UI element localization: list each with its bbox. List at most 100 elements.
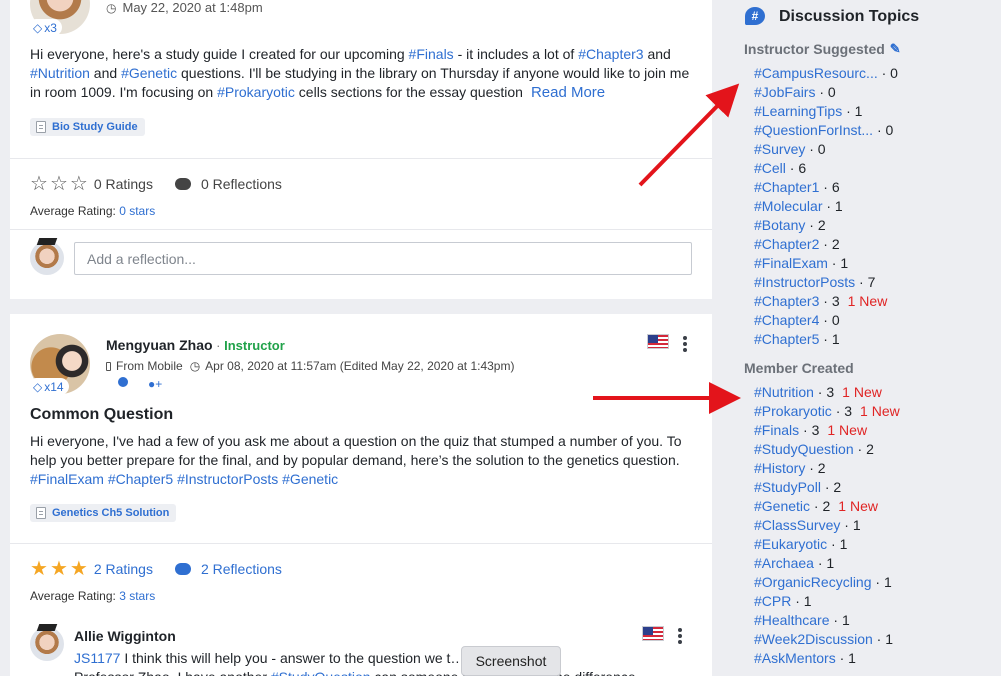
topic-count: · 1 (835, 650, 856, 666)
topic-item: #JobFairs · 0 (754, 83, 898, 102)
topic-item: #Archaea · 1 (754, 554, 900, 573)
star-icon[interactable]: ★ (30, 559, 48, 579)
topic-tag-link[interactable]: #Finals (754, 422, 799, 438)
topic-tag-link[interactable]: #Cell (754, 160, 786, 176)
average-rating: Average Rating: 3 stars (30, 589, 156, 603)
topic-count: · 1 (829, 612, 850, 628)
comment-icon (174, 563, 191, 575)
graduation-cap-icon (36, 238, 58, 245)
hashtag-icon: # (745, 7, 765, 25)
star-icon[interactable]: ★ (50, 559, 68, 579)
reply-body: JS1177 I think this will help you - answ… (74, 649, 694, 676)
hashtag-link[interactable]: #FinalExam (30, 471, 104, 487)
more-options-icon[interactable] (678, 628, 682, 646)
hashtag-link[interactable]: #Genetic (282, 471, 338, 487)
topic-tag-link[interactable]: #JobFairs (754, 84, 815, 100)
topic-tag-link[interactable]: #ClassSurvey (754, 517, 840, 533)
add-user-icon[interactable]: ●+ (148, 377, 162, 391)
star-icon[interactable]: ☆ (70, 174, 88, 194)
reflections-count[interactable]: 0 Reflections (201, 176, 282, 192)
topic-tag-link[interactable]: #Chapter3 (754, 293, 819, 309)
topic-count: · 1 (791, 593, 812, 609)
topic-tag-link[interactable]: #QuestionForInst... (754, 122, 873, 138)
new-count-badge: 1 New (827, 422, 868, 438)
topic-tag-link[interactable]: #Eukaryotic (754, 536, 827, 552)
comment-icon (174, 178, 191, 190)
topic-tag-link[interactable]: #CampusResourc... (754, 65, 878, 81)
topic-item: #InstructorPosts · 7 (754, 273, 898, 292)
post-body: Hi everyone, I've had a few of you ask m… (30, 432, 698, 489)
star-icon[interactable]: ☆ (30, 174, 48, 194)
topic-tag-link[interactable]: #LearningTips (754, 103, 842, 119)
star-icon[interactable]: ★ (70, 559, 88, 579)
attachment-chip[interactable]: Genetics Ch5 Solution (30, 504, 177, 522)
post-meta: From Mobile ◷ Apr 08, 2020 at 11:57am (E… (106, 359, 514, 373)
topic-tag-link[interactable]: #OrganicRecycling (754, 574, 872, 590)
read-more-link[interactable]: Read More (531, 84, 605, 101)
new-count-badge: 1 New (842, 384, 882, 400)
topic-tag-link[interactable]: #Survey (754, 141, 805, 157)
topic-count: · 2 (819, 236, 840, 252)
hashtag-link[interactable]: #Genetic (121, 65, 177, 81)
hashtag-link[interactable]: #Finals (409, 46, 454, 62)
topic-tag-link[interactable]: #Botany (754, 217, 805, 233)
topic-count: · 2 (805, 217, 826, 233)
topic-tag-link[interactable]: #History (754, 460, 805, 476)
topic-tag-link[interactable]: #Genetic (754, 498, 810, 514)
rating-row: ★ ★ ★ 2 Ratings 2 Reflections (30, 559, 282, 579)
topic-tag-link[interactable]: #CPR (754, 593, 791, 609)
hashtag-link[interactable]: #InstructorPosts (177, 471, 278, 487)
reply-line: JS1177 I think this will help you - answ… (74, 649, 694, 668)
topic-count: · 2 (853, 441, 874, 457)
instructor-topic-list: #CampusResourc... · 0 #JobFairs · 0 #Learn… (754, 64, 898, 349)
topic-count: · 6 (819, 179, 840, 195)
hashtag-link[interactable]: #Prokaryotic (217, 84, 295, 100)
pencil-icon[interactable]: ✎ (890, 41, 901, 57)
attachment-chip[interactable]: Bio Study Guide (30, 118, 145, 136)
topic-item: #Healthcare · 1 (754, 611, 900, 630)
topic-item: #QuestionForInst... · 0 (754, 121, 898, 140)
topic-tag-link[interactable]: #FinalExam (754, 255, 828, 271)
hashtag-link[interactable]: JS1177 (74, 650, 120, 666)
reply-avatar[interactable] (30, 627, 64, 661)
hashtag-link[interactable]: #Chapter5 (108, 471, 173, 487)
topic-count: · 1 (822, 198, 843, 214)
topic-item: #Chapter2 · 2 (754, 235, 898, 254)
hashtag-link[interactable]: #Chapter3 (578, 46, 643, 62)
star-icon[interactable]: ☆ (50, 174, 68, 194)
reply-author[interactable]: Allie Wigginton (74, 628, 176, 644)
topic-tag-link[interactable]: #Chapter1 (754, 179, 819, 195)
topic-tag-link[interactable]: #Archaea (754, 555, 814, 571)
topic-tag-link[interactable]: #Week2Discussion (754, 631, 873, 647)
author-name[interactable]: Mengyuan Zhao (106, 337, 213, 353)
rating-row: ☆ ☆ ☆ 0 Ratings 0 Reflections (30, 174, 282, 194)
topic-count: · 0 (819, 312, 840, 328)
hashtag-link[interactable]: #StudyQuestion (271, 669, 371, 676)
topic-tag-link[interactable]: #StudyQuestion (754, 441, 854, 457)
reflection-input[interactable] (74, 242, 692, 275)
topic-tag-link[interactable]: #Chapter4 (754, 312, 819, 328)
new-count-badge: 1 New (838, 498, 878, 514)
ratings-count[interactable]: 2 Ratings (94, 561, 153, 577)
topic-tag-link[interactable]: #AskMentors (754, 650, 836, 666)
topic-tag-link[interactable]: #Chapter5 (754, 331, 819, 347)
more-options-icon[interactable] (683, 336, 687, 354)
topic-tag-link[interactable]: #Chapter2 (754, 236, 819, 252)
body-text: and (89, 65, 122, 81)
topic-count: · 2 (820, 479, 842, 495)
topic-item: #StudyQuestion · 2 (754, 440, 900, 459)
topic-tag-link[interactable]: #StudyPoll (754, 479, 821, 495)
topic-count: · 0 (877, 65, 898, 81)
ratings-count[interactable]: 0 Ratings (94, 176, 153, 192)
reflections-count[interactable]: 2 Reflections (201, 561, 282, 577)
topic-tag-link[interactable]: #InstructorPosts (754, 274, 855, 290)
topic-item: #Chapter5 · 1 (754, 330, 898, 349)
topic-item: #CampusResourc... · 0 (754, 64, 898, 83)
screenshot-tooltip: Screenshot (461, 646, 561, 676)
topic-tag-link[interactable]: #Molecular (754, 198, 822, 214)
topic-tag-link[interactable]: #Nutrition (754, 384, 814, 400)
hashtag-link[interactable]: #Nutrition (30, 65, 90, 81)
topic-tag-link[interactable]: #Healthcare (754, 612, 830, 628)
topic-tag-link[interactable]: #Prokaryotic (754, 403, 832, 419)
body-text: I think this will help you - answer to t… (120, 650, 451, 666)
